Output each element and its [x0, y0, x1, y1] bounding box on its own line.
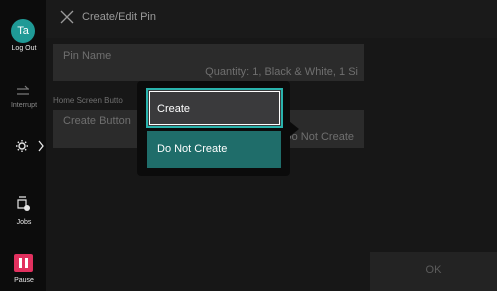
- option-do-not-create-label: Do Not Create: [157, 143, 228, 155]
- ok-label: OK: [425, 264, 442, 276]
- settings-gear-icon[interactable]: [15, 138, 45, 154]
- ok-button[interactable]: OK: [370, 252, 497, 291]
- home-button-section-label: Home Screen Butto: [53, 96, 123, 105]
- user-avatar[interactable]: Ta: [11, 19, 35, 43]
- pause-icon[interactable]: [14, 254, 33, 272]
- option-do-not-create[interactable]: Do Not Create: [147, 131, 281, 168]
- close-icon[interactable]: [60, 10, 74, 24]
- pause-label[interactable]: Pause: [0, 277, 48, 284]
- left-rail: Ta Log Out Interrupt Jobs Pause: [0, 0, 46, 291]
- pin-name-label: Pin Name: [63, 50, 112, 62]
- option-create-label: Create: [157, 103, 191, 115]
- header-bar: Create/Edit Pin: [46, 0, 497, 38]
- create-button-label: Create Button: [63, 115, 131, 127]
- logout-label[interactable]: Log Out: [0, 45, 48, 52]
- interrupt-label[interactable]: Interrupt: [0, 102, 48, 109]
- page-title: Create/Edit Pin: [82, 11, 156, 23]
- jobs-label[interactable]: Jobs: [0, 219, 48, 226]
- pin-name-value: Quantity: 1, Black & White, 1 Si: [205, 66, 358, 78]
- jobs-icon: [17, 196, 30, 211]
- option-create[interactable]: Create: [146, 88, 283, 128]
- pin-name-field[interactable]: Pin Name Quantity: 1, Black & White, 1 S…: [53, 44, 364, 81]
- interrupt-icon: [17, 85, 29, 95]
- popup-pointer: [289, 121, 299, 137]
